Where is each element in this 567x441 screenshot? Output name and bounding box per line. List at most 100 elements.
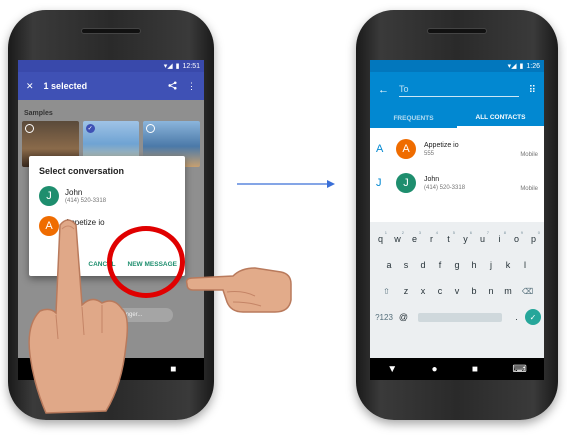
key-f[interactable]: f [432, 260, 449, 270]
key-s[interactable]: s [398, 260, 415, 270]
shift-key-icon[interactable]: ⇧ [376, 287, 398, 296]
key-o[interactable]: o9 [508, 230, 525, 244]
conversation-item-john[interactable]: J John (414) 520-3318 [39, 186, 175, 206]
earpiece-speaker [81, 28, 141, 34]
key-n[interactable]: n [483, 286, 500, 296]
key-hint: 8 [503, 230, 506, 235]
key-label: i [498, 234, 501, 244]
select-circle-icon[interactable] [146, 124, 156, 133]
key-hint: 9 [520, 230, 523, 235]
period-key[interactable]: . [508, 312, 525, 322]
contact-tabs: FREQUENTS ALL CONTACTS [370, 108, 544, 128]
key-b[interactable]: b [466, 286, 483, 296]
tab-all-contacts[interactable]: ALL CONTACTS [457, 108, 544, 128]
back-arrow-icon[interactable]: ← [378, 84, 389, 96]
key-hint: 0 [537, 230, 540, 235]
key-e[interactable]: e3 [406, 230, 423, 244]
earpiece-speaker [427, 28, 487, 34]
key-a[interactable]: a [381, 260, 398, 270]
key-label: e [411, 234, 417, 244]
key-label: a [386, 260, 392, 270]
key-label: f [438, 260, 442, 270]
key-w[interactable]: w2 [389, 230, 406, 244]
key-label: b [471, 286, 477, 296]
space-key[interactable] [418, 312, 502, 322]
dialog-title: Select conversation [39, 166, 125, 176]
key-p[interactable]: p0 [525, 230, 542, 244]
key-u[interactable]: u7 [474, 230, 491, 244]
battery-icon: ▮ [175, 63, 180, 70]
wifi-icon: ▾◢ [507, 63, 517, 70]
battery-icon: ▮ [519, 63, 524, 70]
key-i[interactable]: i8 [491, 230, 508, 244]
flow-arrow-icon [237, 180, 335, 188]
keyboard-row: ?123 @ . ✓ [370, 304, 544, 330]
key-h[interactable]: h [466, 260, 483, 270]
phone-type: Mobile [520, 186, 538, 192]
done-checkmark-icon[interactable]: ✓ [525, 309, 541, 325]
checkmark-icon[interactable]: ✓ [85, 124, 95, 133]
key-t[interactable]: t5 [440, 230, 457, 244]
recents-icon[interactable]: ■ [472, 364, 478, 375]
key-d[interactable]: d [415, 260, 432, 270]
phone-type: Mobile [520, 152, 538, 158]
key-label: y [463, 234, 468, 244]
key-j[interactable]: j [483, 260, 500, 270]
more-vert-icon[interactable]: ⋮ [187, 81, 196, 92]
status-bar: ▾◢ ▮ 1:26 [370, 60, 544, 72]
contact-list: A A Appetize io 555 Mobile J J John (414… [370, 128, 544, 200]
recents-icon[interactable]: ■ [170, 364, 176, 375]
key-m[interactable]: m [500, 286, 517, 296]
key-label: j [490, 260, 492, 270]
key-label: w [394, 234, 401, 244]
share-icon[interactable] [168, 80, 177, 92]
section-label: Samples [24, 110, 53, 117]
key-label: z [403, 286, 409, 296]
key-label: m [504, 286, 512, 296]
tutorial-scene: ▾◢ ▮ 12:51 ✕ 1 selected ⋮ Samples ✓ Sele… [0, 0, 567, 441]
key-k[interactable]: k [500, 260, 517, 270]
key-label: r [430, 234, 433, 244]
key-y[interactable]: y6 [457, 230, 474, 244]
key-hint: 5 [452, 230, 455, 235]
avatar: A [396, 139, 416, 159]
key-r[interactable]: r4 [423, 230, 440, 244]
select-circle-icon[interactable] [25, 124, 34, 133]
key-label: o [513, 234, 519, 244]
nav-bar: ▼ ● ■ ⌨ [370, 358, 544, 380]
close-icon[interactable]: ✕ [26, 81, 34, 92]
key-label: k [505, 260, 511, 270]
contact-number: 555 [424, 150, 435, 157]
app-bar: ← To ⠿ [370, 72, 544, 108]
wifi-icon: ▾◢ [163, 63, 173, 70]
key-hint: 4 [435, 230, 438, 235]
selection-title: 1 selected [43, 81, 88, 91]
at-key[interactable]: @ [395, 312, 412, 322]
pointing-hand [185, 267, 292, 313]
key-label: h [471, 260, 477, 270]
key-x[interactable]: x [415, 286, 432, 296]
contact-row-appetize[interactable]: A A Appetize io 555 Mobile [370, 132, 544, 166]
key-q[interactable]: q1 [372, 230, 389, 244]
key-c[interactable]: c [432, 286, 449, 296]
contact-row-john[interactable]: J J John (414) 520-3318 Mobile [370, 166, 544, 200]
back-icon[interactable]: ▼ [387, 364, 397, 375]
backspace-key-icon[interactable]: ⌫ [517, 287, 539, 296]
home-icon[interactable]: ● [431, 364, 437, 375]
key-label: q [377, 234, 383, 244]
key-z[interactable]: z [398, 286, 415, 296]
key-label: n [488, 286, 494, 296]
section-letter: A [376, 143, 384, 155]
tab-frequents[interactable]: FREQUENTS [370, 108, 457, 128]
key-label: g [454, 260, 460, 270]
dialpad-icon[interactable]: ⠿ [529, 85, 536, 96]
recipient-input[interactable]: To [399, 84, 519, 97]
symbols-key[interactable]: ?123 [373, 313, 395, 322]
key-label: c [437, 286, 443, 296]
key-g[interactable]: g [449, 260, 466, 270]
keyboard-switch-icon[interactable]: ⌨ [512, 364, 526, 375]
avatar: J [396, 173, 416, 193]
key-l[interactable]: l [517, 260, 534, 270]
key-v[interactable]: v [449, 286, 466, 296]
key-hint: 1 [384, 230, 387, 235]
